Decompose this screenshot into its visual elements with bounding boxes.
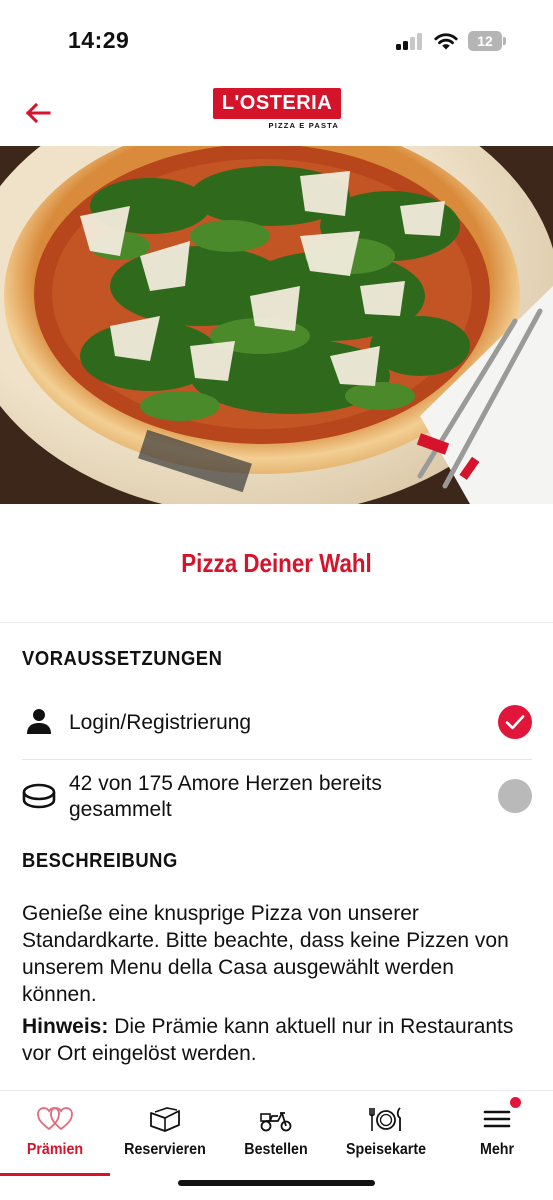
note-label: Hinweis:	[22, 1015, 109, 1038]
nav-item-mehr[interactable]: Mehr	[442, 1091, 552, 1175]
row-divider	[22, 759, 532, 760]
logo-text: L'OSTERIA	[213, 88, 341, 119]
brand-logo: L'OSTERIA PIZZA E PASTA	[213, 88, 341, 136]
active-tab-indicator	[0, 1173, 110, 1176]
hero-image	[0, 146, 553, 504]
scooter-icon	[260, 1112, 292, 1132]
logo-subtitle: PIZZA E PASTA	[268, 121, 339, 130]
nav-label: Bestellen	[244, 1141, 308, 1158]
description-text: Genieße eine knusprige Pizza von unserer…	[22, 902, 509, 1006]
nav-label: Mehr	[479, 1141, 515, 1158]
nav-item-speisekarte[interactable]: Speisekarte	[331, 1091, 441, 1175]
nav-item-praemien[interactable]: Prämien	[0, 1091, 110, 1176]
requirement-label: 42 von 175 Amore Herzen bereits gesammel…	[69, 772, 382, 821]
signal-icon	[396, 33, 424, 50]
book-icon	[150, 1107, 180, 1132]
nav-label: Reservieren	[124, 1141, 206, 1158]
nav-label: Speisekarte	[345, 1141, 427, 1158]
arrow-left-icon[interactable]	[22, 96, 54, 128]
note-text: Hinweis: Die Prämie kann aktuell nur in …	[22, 1013, 534, 1067]
menu-icon	[483, 1110, 511, 1128]
nav-item-reservieren[interactable]: Reservieren	[110, 1091, 220, 1175]
status-bar: 14:29 12	[0, 0, 553, 80]
plate-cutlery-icon	[369, 1107, 401, 1131]
requirement-label: Login/Registrierung	[69, 711, 252, 734]
person-icon	[27, 709, 51, 734]
requirement-status-open	[498, 779, 532, 813]
requirement-row-hearts: 42 von 175 Amore Herzen bereits gesammel…	[22, 770, 532, 826]
divider	[0, 622, 553, 623]
app-header: L'OSTERIA PIZZA E PASTA	[0, 80, 553, 146]
nav-label: Prämien	[26, 1141, 84, 1158]
hearts-icon	[37, 1107, 73, 1131]
description-heading: BESCHREIBUNG	[22, 850, 178, 872]
offer-title: Pizza Deiner Wahl	[181, 548, 372, 578]
battery-icon: 12	[468, 31, 506, 51]
pizza-photo	[0, 146, 553, 504]
notification-badge	[510, 1097, 521, 1108]
status-time: 14:29	[68, 27, 130, 53]
home-indicator	[178, 1180, 375, 1186]
battery-level: 12	[468, 31, 502, 51]
checkmark-icon	[505, 715, 525, 730]
requirement-row-login: Login/Registrierung	[22, 703, 532, 743]
requirement-status-done	[498, 705, 532, 739]
wifi-icon	[434, 33, 458, 50]
requirements-heading: VORAUSSETZUNGEN	[22, 648, 223, 670]
nav-item-bestellen[interactable]: Bestellen	[221, 1091, 331, 1175]
coin-icon	[22, 783, 56, 809]
